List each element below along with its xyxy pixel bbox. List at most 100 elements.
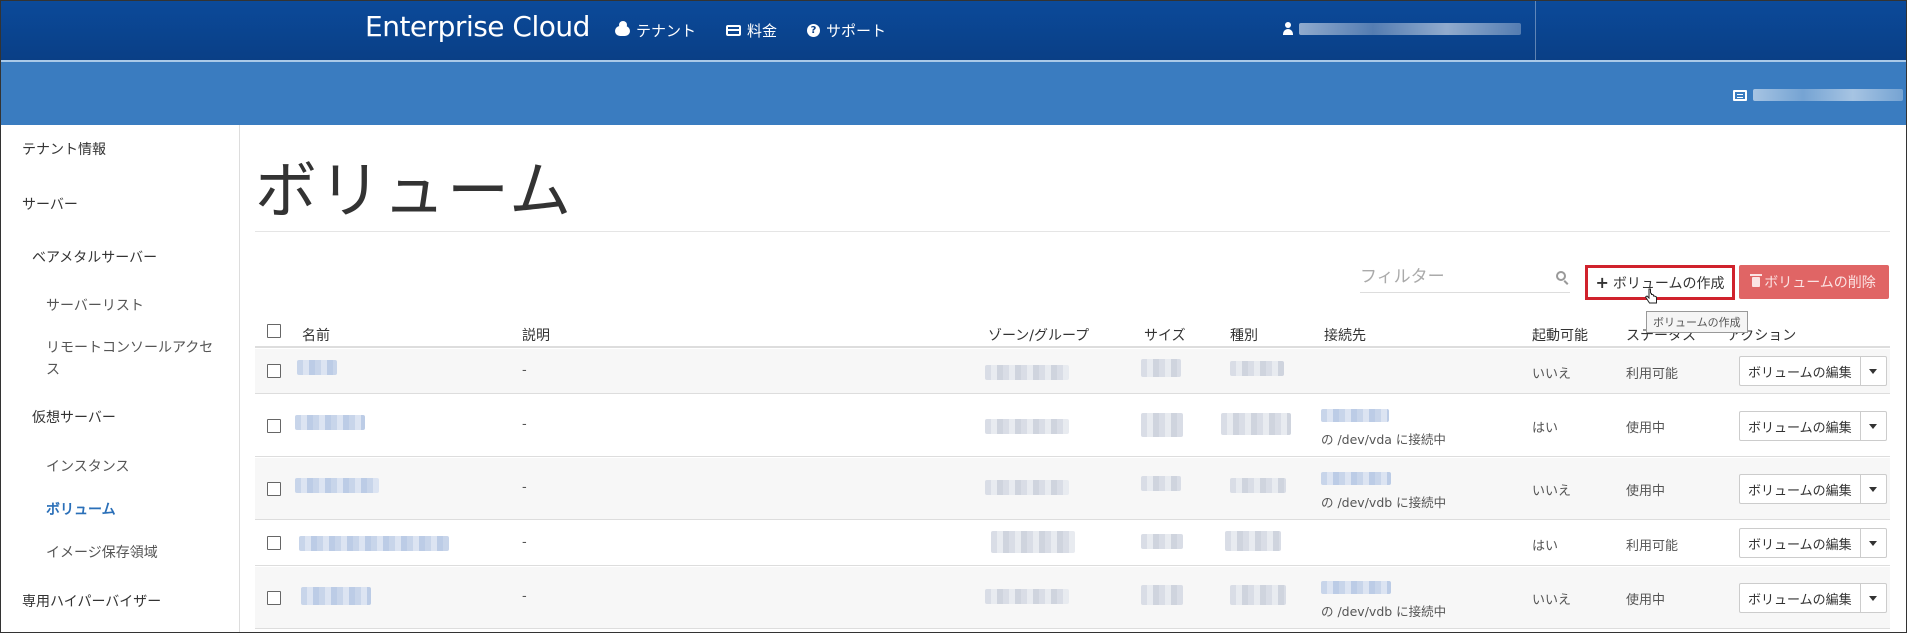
redacted-type [1230,585,1286,605]
row-status: 利用可能 [1626,367,1679,382]
nav-billing-label: 料金 [747,22,778,40]
create-volume-button[interactable]: + ボリュームの作成 [1585,265,1735,300]
redacted-volume-name[interactable] [301,587,371,605]
redacted-size [1141,534,1183,549]
nav-tenant[interactable]: テナント [615,20,696,41]
row-checkbox[interactable] [267,482,281,496]
user-menu[interactable] [1283,22,1521,35]
sidebar-item-image-storage[interactable]: イメージ保存領域 [46,542,158,562]
row-checkbox[interactable] [267,364,281,378]
sub-header [0,60,1907,125]
redacted-size [1141,585,1183,605]
edit-volume-button[interactable]: ボリュームの編集 [1739,411,1861,441]
row-description: - [522,417,527,432]
trash-icon [1750,274,1763,287]
search-icon[interactable] [1556,271,1566,281]
redacted-zone [985,480,1069,495]
redacted-size [1141,413,1183,437]
create-tooltip: ボリュームの作成 [1646,311,1748,333]
top-header: Enterprise Cloud テナント 料金 ? サポート [0,0,1907,60]
table-row[interactable]: - の /dev/vdb に接続中 いいえ 使用中 ボリュームの編集 [255,567,1890,629]
table-header: 名前 説明 ゾーン/グループ サイズ 種別 接続先 起動可能 ステータス アクシ… [255,313,1890,348]
row-checkbox[interactable] [267,591,281,605]
filter-box [1360,263,1570,293]
col-description[interactable]: 説明 [522,325,550,345]
row-connection: の /dev/vdb に接続中 [1321,495,1447,510]
row-checkbox[interactable] [267,419,281,433]
sidebar-item-volumes[interactable]: ボリューム [46,499,116,519]
chevron-down-icon [1869,595,1878,601]
redacted-instance-name[interactable] [1321,472,1391,485]
chevron-down-icon [1869,486,1878,492]
col-bootable[interactable]: 起動可能 [1532,325,1588,345]
brand-logo[interactable]: Enterprise Cloud [365,10,590,43]
redacted-zone [985,589,1069,604]
edit-volume-button[interactable]: ボリュームの編集 [1739,356,1861,386]
action-dropdown-toggle[interactable] [1860,356,1887,386]
sidebar-item-server[interactable]: サーバー [22,194,78,214]
redacted-type [1230,478,1286,493]
sidebar: テナント情報 サーバー ベアメタルサーバー サーバーリスト リモートコンソールア… [0,125,240,633]
edit-volume-button[interactable]: ボリュームの編集 [1739,528,1861,558]
table-row[interactable]: - の /dev/vdb に接続中 いいえ 使用中 ボリュームの編集 [255,458,1890,520]
row-status: 使用中 [1626,484,1666,499]
redacted-type [1230,361,1284,376]
credit-card-icon [726,25,742,36]
user-icon [1283,22,1293,35]
table-row[interactable]: - いいえ 利用可能 ボリュームの編集 [255,349,1890,394]
row-checkbox[interactable] [267,536,281,550]
redacted-volume-name[interactable] [299,536,449,551]
nav-billing[interactable]: 料金 [726,20,777,41]
row-action-group: ボリュームの編集 [1739,528,1887,558]
edit-volume-button[interactable]: ボリュームの編集 [1739,583,1861,613]
redacted-zone [985,419,1069,434]
row-connection: の /dev/vda に接続中 [1321,432,1446,447]
sidebar-item-instances[interactable]: インスタンス [46,456,129,476]
select-all-checkbox[interactable] [267,324,281,338]
col-connection[interactable]: 接続先 [1324,325,1366,345]
sidebar-item-remote-console[interactable]: リモートコンソールアクセス [46,337,216,381]
col-type[interactable]: 種別 [1230,325,1258,345]
row-action-group: ボリュームの編集 [1739,474,1887,504]
redacted-zone [991,531,1075,553]
filter-input[interactable] [1360,263,1540,291]
chevron-down-icon [1869,423,1878,429]
tenant-selector[interactable] [1733,89,1903,101]
delete-volume-label: ボリュームの削除 [1764,275,1876,291]
row-action-group: ボリュームの編集 [1739,356,1887,386]
redacted-instance-name[interactable] [1321,409,1389,422]
delete-volume-button[interactable]: ボリュームの削除 [1739,265,1889,299]
col-zone[interactable]: ゾーン/グループ [988,325,1089,345]
table-row[interactable]: - の /dev/vda に接続中 はい 使用中 ボリュームの編集 [255,395,1890,457]
sidebar-item-tenant-info[interactable]: テナント情報 [22,139,106,159]
nav-support[interactable]: ? サポート [807,20,886,41]
action-dropdown-toggle[interactable] [1860,474,1887,504]
nav-tenant-label: テナント [636,22,697,40]
sidebar-item-dedicated-hypervisor[interactable]: 専用ハイパーバイザー [22,591,161,611]
row-bootable: いいえ [1532,484,1572,499]
table-row[interactable]: - はい 利用可能 ボリュームの編集 [255,521,1890,566]
chevron-down-icon [1869,368,1878,374]
sidebar-item-server-list[interactable]: サーバーリスト [46,295,144,315]
redacted-volume-name[interactable] [295,478,379,493]
row-action-group: ボリュームの編集 [1739,583,1887,613]
hand-cursor-icon [1645,288,1657,304]
action-dropdown-toggle[interactable] [1860,528,1887,558]
redacted-volume-name[interactable] [297,360,337,375]
row-connection: の /dev/vdb に接続中 [1321,604,1447,619]
action-dropdown-toggle[interactable] [1860,583,1887,613]
chevron-down-icon [1869,540,1878,546]
sidebar-item-baremetal[interactable]: ベアメタルサーバー [32,247,157,267]
col-size[interactable]: サイズ [1144,325,1186,345]
row-status: 使用中 [1626,421,1666,436]
redacted-volume-name[interactable] [295,415,365,430]
row-bootable: いいえ [1532,367,1572,382]
redacted-instance-name[interactable] [1321,581,1391,594]
redacted-zone [985,365,1069,380]
row-description: - [522,535,527,550]
edit-volume-button[interactable]: ボリュームの編集 [1739,474,1861,504]
sidebar-item-virtual-server[interactable]: 仮想サーバー [32,407,116,427]
action-dropdown-toggle[interactable] [1860,411,1887,441]
col-name[interactable]: 名前 [302,325,330,345]
page-title: ボリューム [255,154,574,227]
